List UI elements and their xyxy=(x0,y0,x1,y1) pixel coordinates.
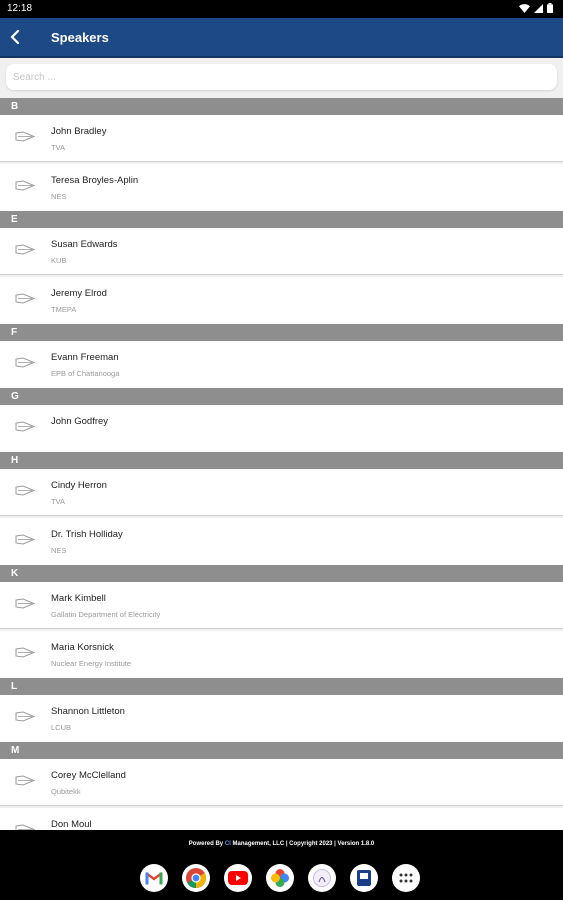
footer-text: Management, LLC | Copyright 2023 | Versi… xyxy=(232,841,375,847)
speaker-row[interactable]: Corey McClelland Qubitekk xyxy=(0,759,563,806)
speaker-row[interactable]: Jeremy Elrod TMEPA xyxy=(0,277,563,324)
speaker-row[interactable]: Maria Korsnick Nuclear Energy Institute xyxy=(0,631,563,678)
speaker-name: Jeremy Elrod xyxy=(51,288,107,299)
speaker-row[interactable]: Shannon Littleton LCUB xyxy=(0,695,563,742)
back-arrow-icon xyxy=(10,30,20,44)
speaker-name: John Bradley xyxy=(51,126,107,137)
speaker-organization: TVA xyxy=(51,143,66,152)
speaker-placeholder-icon xyxy=(15,711,35,722)
speaker-placeholder-icon xyxy=(15,485,35,496)
app-bar: Speakers xyxy=(0,18,563,58)
status-icons xyxy=(519,3,553,13)
speaker-name: Corey McClelland xyxy=(51,770,126,781)
app-icon-circle[interactable] xyxy=(308,864,336,892)
speaker-name: Dr. Trish Holliday xyxy=(51,529,123,540)
speaker-row[interactable]: Evann Freeman EPB of Chattanooga xyxy=(0,341,563,388)
speaker-organization: TMEPA xyxy=(51,305,77,314)
footer-credits: Powered By CI Management, LLC | Copyrigh… xyxy=(0,830,563,858)
speaker-placeholder-icon xyxy=(15,534,35,545)
speaker-row[interactable]: Don Moul xyxy=(0,808,563,830)
taskbar xyxy=(0,858,563,900)
content: B John Bradley TVA Teresa Broyles-Aplin … xyxy=(0,58,563,830)
speaker-organization: Nuclear Energy Institute xyxy=(51,659,132,668)
speaker-organization: Qubitekk xyxy=(51,787,81,796)
photos-icon[interactable] xyxy=(266,864,294,892)
app-dock xyxy=(140,864,420,892)
search-box xyxy=(6,64,557,90)
speaker-row[interactable]: John Godfrey xyxy=(0,405,563,452)
speaker-row[interactable]: Cindy Herron TVA xyxy=(0,469,563,516)
speaker-placeholder-icon xyxy=(15,421,35,432)
section-header: K xyxy=(0,565,563,582)
speaker-name: Susan Edwards xyxy=(51,239,118,250)
speaker-name: Teresa Broyles-Aplin xyxy=(51,175,139,186)
gmail-icon[interactable] xyxy=(140,864,168,892)
speaker-organization: LCUB xyxy=(51,723,72,732)
speaker-organization: Gallatin Department of Electricity xyxy=(51,610,161,619)
speaker-placeholder-icon xyxy=(15,244,35,255)
app-icon-notebook[interactable] xyxy=(350,864,378,892)
speaker-name: Don Moul xyxy=(51,819,92,830)
speaker-list: B John Bradley TVA Teresa Broyles-Aplin … xyxy=(0,98,563,830)
speaker-organization: EPB of Chattanooga xyxy=(51,369,120,378)
speaker-row[interactable]: Dr. Trish Holliday NES xyxy=(0,518,563,565)
section-header: L xyxy=(0,678,563,695)
speaker-row[interactable]: Susan Edwards KUB xyxy=(0,228,563,275)
search-input[interactable] xyxy=(6,64,557,90)
section-header: E xyxy=(0,211,563,228)
chrome-icon[interactable] xyxy=(182,864,210,892)
speaker-organization: KUB xyxy=(51,256,67,265)
signal-icon xyxy=(534,3,543,13)
speaker-organization: TVA xyxy=(51,497,66,506)
back-button[interactable] xyxy=(4,26,26,48)
speaker-name: Evann Freeman xyxy=(51,352,119,363)
speaker-placeholder-icon xyxy=(15,131,35,142)
footer-prefix: Powered By xyxy=(188,841,224,847)
status-bar: 12:18 xyxy=(0,0,563,18)
section-header: M xyxy=(0,742,563,759)
battery-icon xyxy=(547,3,553,13)
speaker-name: Mark Kimbell xyxy=(51,593,106,604)
speaker-organization: NES xyxy=(51,546,67,555)
speaker-placeholder-icon xyxy=(15,647,35,658)
page-title: Speakers xyxy=(51,30,109,45)
wifi-icon xyxy=(519,3,530,13)
speaker-placeholder-icon xyxy=(15,293,35,304)
status-time: 12:18 xyxy=(7,3,33,14)
section-header: B xyxy=(0,98,563,115)
speaker-placeholder-icon xyxy=(15,357,35,368)
speaker-organization: NES xyxy=(51,192,67,201)
speaker-placeholder-icon xyxy=(15,598,35,609)
speaker-row[interactable]: John Bradley TVA xyxy=(0,115,563,162)
section-header: F xyxy=(0,324,563,341)
speaker-row[interactable]: Teresa Broyles-Aplin NES xyxy=(0,164,563,211)
speaker-name: Cindy Herron xyxy=(51,480,107,491)
section-header: G xyxy=(0,388,563,405)
speaker-row[interactable]: Mark Kimbell Gallatin Department of Elec… xyxy=(0,582,563,629)
app-drawer-icon[interactable] xyxy=(392,864,420,892)
speaker-placeholder-icon xyxy=(15,775,35,786)
speaker-placeholder-icon xyxy=(15,180,35,191)
footer-brand: CI xyxy=(224,841,231,847)
speaker-name: Maria Korsnick xyxy=(51,642,114,653)
speaker-name: John Godfrey xyxy=(51,416,109,427)
section-header: H xyxy=(0,452,563,469)
youtube-icon[interactable] xyxy=(224,864,252,892)
speaker-name: Shannon Littleton xyxy=(51,706,125,717)
